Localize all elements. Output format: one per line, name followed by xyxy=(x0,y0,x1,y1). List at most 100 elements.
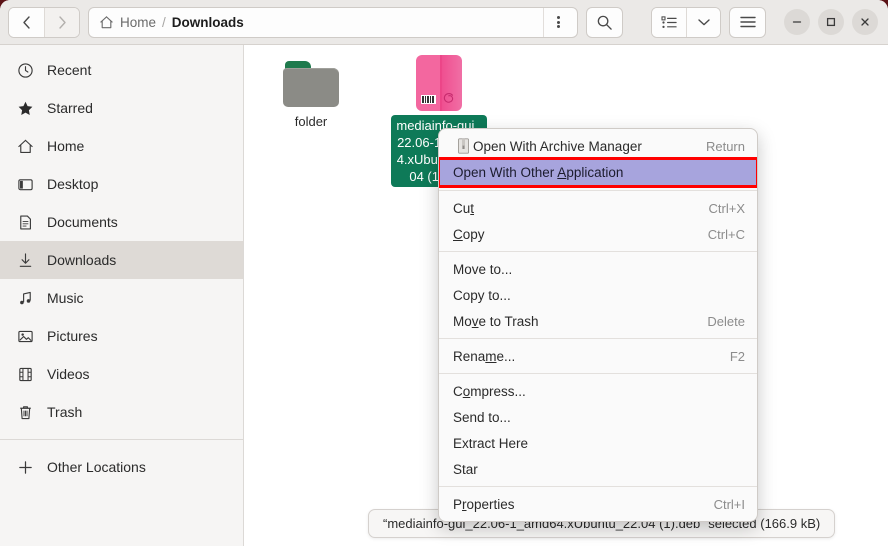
chevron-down-icon xyxy=(697,19,710,26)
breadcrumb-item-downloads[interactable]: Downloads xyxy=(172,15,244,30)
menu-item-label: Compress... xyxy=(453,383,526,399)
file-item-folder[interactable]: folder xyxy=(263,61,359,132)
menu-item-accelerator: Delete xyxy=(707,313,745,329)
menu-item-star[interactable]: Star xyxy=(439,456,757,482)
menu-item-label: Open With Archive Manager xyxy=(473,138,642,154)
sidebar-divider xyxy=(0,439,243,440)
breadcrumb: Home / Downloads xyxy=(99,15,543,30)
menu-item-accelerator: Ctrl+X xyxy=(708,200,745,216)
chevron-right-icon xyxy=(58,15,66,29)
menu-item-label: Move to Trash xyxy=(453,313,539,329)
sidebar-item-music[interactable]: Music xyxy=(0,279,243,317)
menu-item-accelerator: Return xyxy=(705,138,745,154)
sidebar-item-label: Home xyxy=(47,138,85,154)
barcode-icon xyxy=(421,95,436,104)
archive-file-icon xyxy=(453,138,473,154)
sidebar-item-home[interactable]: Home xyxy=(0,127,243,165)
sidebar-item-documents[interactable]: Documents xyxy=(0,203,243,241)
folder-icon xyxy=(283,61,339,107)
debian-swirl-icon xyxy=(443,93,454,103)
list-view-button[interactable] xyxy=(652,7,686,37)
chevron-left-icon xyxy=(23,15,30,29)
maximize-button[interactable] xyxy=(818,9,844,35)
menu-item-open-with-other-application[interactable]: Open With Other Application xyxy=(439,157,757,188)
menu-item-open-with-archive-manager[interactable]: Open With Archive Manager Return xyxy=(439,133,757,159)
sidebar-item-label: Pictures xyxy=(47,328,98,344)
minimize-button[interactable] xyxy=(784,9,810,35)
header-bar: Home / Downloads xyxy=(0,0,888,45)
window-controls xyxy=(784,9,878,35)
menu-item-compress[interactable]: Compress... xyxy=(439,378,757,404)
trash-icon xyxy=(16,403,34,421)
sidebar-item-label: Music xyxy=(47,290,84,306)
menu-item-label: Copy xyxy=(453,226,485,242)
picture-icon xyxy=(16,327,34,345)
maximize-icon xyxy=(826,17,836,27)
hamburger-icon xyxy=(739,16,756,28)
sidebar-item-recent[interactable]: Recent xyxy=(0,51,243,89)
breadcrumb-label-home: Home xyxy=(120,14,157,30)
menu-item-rename[interactable]: Rename... F2 xyxy=(439,343,757,369)
menu-divider xyxy=(439,373,757,374)
forward-button[interactable] xyxy=(44,7,79,37)
sidebar-item-label: Recent xyxy=(47,62,92,78)
menu-item-move-to-trash[interactable]: Move to Trash Delete xyxy=(439,308,757,334)
document-icon xyxy=(16,213,34,231)
file-manager-window: Home / Downloads Recent Starred Home Des… xyxy=(0,0,888,546)
sidebar-item-starred[interactable]: Starred xyxy=(0,89,243,127)
star-icon xyxy=(16,99,34,117)
breadcrumb-item-home[interactable]: Home xyxy=(99,15,156,30)
sidebar-item-pictures[interactable]: Pictures xyxy=(0,317,243,355)
menu-divider xyxy=(439,251,757,252)
dot xyxy=(557,20,560,24)
dot xyxy=(557,16,560,19)
deb-package-icon xyxy=(416,55,462,111)
menu-item-copy[interactable]: Copy Ctrl+C xyxy=(439,221,757,247)
sidebar: Recent Starred Home Desktop Documents Do… xyxy=(0,45,244,546)
menu-divider xyxy=(439,338,757,339)
menu-item-send-to[interactable]: Send to... xyxy=(439,404,757,430)
folder-body xyxy=(283,68,339,107)
path-bar: Home / Downloads xyxy=(88,6,578,38)
sidebar-item-other-locations[interactable]: Other Locations xyxy=(0,448,243,486)
menu-item-cut[interactable]: Cut Ctrl+X xyxy=(439,195,757,221)
menu-item-move-to[interactable]: Move to... xyxy=(439,256,757,282)
close-icon xyxy=(861,18,869,26)
search-icon xyxy=(597,15,612,30)
menu-item-accelerator: Ctrl+C xyxy=(707,226,745,242)
close-button[interactable] xyxy=(852,9,878,35)
menu-item-label: Open With Other Application xyxy=(453,165,624,180)
sidebar-item-label: Videos xyxy=(47,366,90,382)
menu-item-label: Rename... xyxy=(453,348,516,364)
sidebar-item-label: Other Locations xyxy=(47,459,146,475)
path-menu-button[interactable] xyxy=(543,7,573,37)
sidebar-item-label: Documents xyxy=(47,214,118,230)
view-options-dropdown[interactable] xyxy=(686,7,720,37)
sidebar-item-label: Starred xyxy=(47,100,93,116)
back-button[interactable] xyxy=(9,7,44,37)
search-button[interactable] xyxy=(586,6,623,38)
home-icon xyxy=(16,137,34,155)
list-view-icon xyxy=(660,15,677,28)
menu-item-copy-to[interactable]: Copy to... xyxy=(439,282,757,308)
menu-item-label: Star xyxy=(453,461,478,477)
sidebar-item-desktop[interactable]: Desktop xyxy=(0,165,243,203)
sidebar-item-label: Trash xyxy=(47,404,83,420)
sidebar-item-videos[interactable]: Videos xyxy=(0,355,243,393)
video-icon xyxy=(16,365,34,383)
view-mode-group xyxy=(651,6,721,38)
minimize-icon xyxy=(792,21,802,23)
menu-item-label: Send to... xyxy=(453,409,511,425)
dot xyxy=(557,25,560,28)
menu-divider xyxy=(439,190,757,191)
sidebar-item-downloads[interactable]: Downloads xyxy=(0,241,243,279)
sidebar-item-trash[interactable]: Trash xyxy=(0,393,243,431)
download-icon xyxy=(16,251,34,269)
menu-item-accelerator: Ctrl+I xyxy=(713,496,745,512)
menu-item-properties[interactable]: Properties Ctrl+I xyxy=(439,491,757,517)
file-label: folder xyxy=(294,114,328,129)
main-menu-button[interactable] xyxy=(729,6,766,38)
home-icon xyxy=(100,15,113,28)
navigation-buttons xyxy=(8,6,80,38)
menu-item-extract-here[interactable]: Extract Here xyxy=(439,430,757,456)
